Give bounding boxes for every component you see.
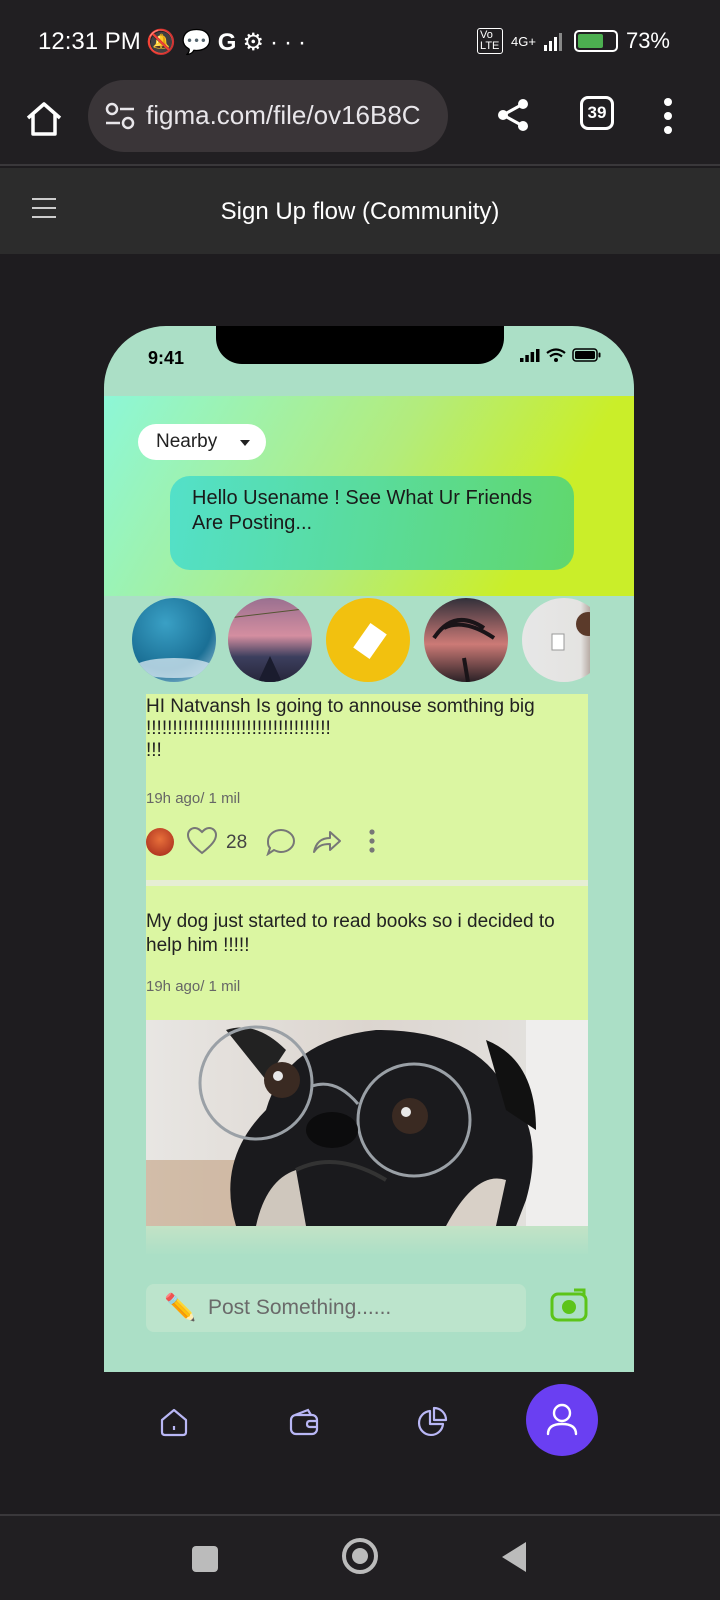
composer-placeholder: Post Something...... bbox=[208, 1296, 392, 1319]
home-button[interactable] bbox=[342, 1538, 378, 1574]
status-bar: 12:31 PM 🔕💬G⚙··· Vo LTE 4G+ 73% bbox=[0, 0, 720, 80]
post-meta: 19h ago/ 1 mil bbox=[146, 978, 241, 995]
post-text: HI Natvansh Is going to annouse somthing… bbox=[146, 696, 535, 761]
post-composer[interactable]: ✏️ Post Something...... bbox=[146, 1284, 526, 1332]
pencil-icon: ✏️ bbox=[164, 1292, 197, 1322]
nav-wallet-icon[interactable] bbox=[288, 1406, 320, 1438]
heart-icon[interactable] bbox=[186, 826, 218, 856]
story-avatar[interactable] bbox=[424, 598, 508, 682]
signal-icon bbox=[543, 33, 562, 51]
phone-status-icons bbox=[520, 348, 602, 362]
like-count: 28 bbox=[226, 832, 248, 853]
phone-battery-icon bbox=[572, 348, 601, 362]
tab-switcher-button[interactable]: 39 bbox=[580, 96, 614, 130]
caret-down-icon bbox=[240, 440, 250, 446]
post-image-pug[interactable] bbox=[146, 1020, 588, 1226]
notification-icons: 🔕💬G⚙··· bbox=[146, 28, 312, 57]
home-icon[interactable] bbox=[22, 96, 66, 140]
more-vert-icon[interactable] bbox=[660, 96, 676, 136]
greeting-card: Hello Usename ! See What Ur Friends Are … bbox=[170, 476, 574, 570]
browser-toolbar: figma.com/file/ov16B8C 39 bbox=[0, 80, 720, 166]
status-time: 12:31 PM bbox=[38, 28, 141, 55]
volte-badge: Vo LTE bbox=[477, 28, 504, 54]
url-bar[interactable]: figma.com/file/ov16B8C bbox=[88, 80, 448, 152]
android-nav-bar bbox=[0, 1514, 720, 1600]
site-settings-icon[interactable] bbox=[104, 102, 136, 130]
file-title: Sign Up flow (Community) bbox=[220, 198, 500, 225]
mute-icon: 🔕 bbox=[146, 29, 182, 56]
story-avatar[interactable] bbox=[132, 598, 216, 682]
share-icon[interactable] bbox=[494, 96, 532, 134]
feed: HI Natvansh Is going to annouse somthing… bbox=[146, 694, 588, 1254]
settings-icon: ⚙ bbox=[242, 29, 270, 56]
battery-icon bbox=[573, 30, 618, 52]
nav-home-icon[interactable] bbox=[158, 1406, 190, 1438]
wifi-icon bbox=[546, 348, 566, 362]
post-card[interactable]: HI Natvansh Is going to annouse somthing… bbox=[146, 694, 588, 880]
network-label: 4G+ bbox=[511, 33, 536, 49]
feed-fade bbox=[146, 1226, 588, 1254]
phone-frame: 9:41 Nearby Hello Usename ! See What Ur … bbox=[104, 326, 634, 1372]
battery-percent: 73% bbox=[625, 28, 670, 53]
story-avatar[interactable] bbox=[326, 598, 410, 682]
g-icon: G bbox=[217, 29, 243, 56]
recents-button[interactable] bbox=[192, 1546, 218, 1572]
camera-icon[interactable] bbox=[550, 1286, 588, 1322]
system-indicators: Vo LTE 4G+ 73% bbox=[477, 28, 670, 54]
chat-icon: 💬 bbox=[181, 29, 218, 56]
profile-icon bbox=[546, 1403, 578, 1436]
nav-profile-button[interactable] bbox=[526, 1384, 598, 1456]
url-text: figma.com/file/ov16B8C bbox=[146, 100, 421, 130]
cellular-icon bbox=[520, 348, 540, 362]
story-avatar[interactable] bbox=[228, 598, 312, 682]
nav-chart-icon[interactable] bbox=[416, 1406, 448, 1438]
nearby-label: Nearby bbox=[156, 431, 218, 452]
figma-header: Sign Up flow (Community) bbox=[0, 168, 720, 254]
avatar[interactable] bbox=[146, 828, 174, 856]
post-meta: 19h ago/ 1 mil bbox=[146, 790, 241, 807]
stories-row bbox=[132, 598, 590, 682]
back-button[interactable] bbox=[502, 1542, 526, 1572]
story-avatar[interactable] bbox=[522, 598, 590, 682]
phone-time: 9:41 bbox=[148, 348, 185, 368]
hero-banner: Nearby Hello Usename ! See What Ur Frien… bbox=[104, 396, 634, 596]
post-more-icon[interactable] bbox=[368, 828, 376, 854]
phone-notch bbox=[216, 326, 504, 364]
more-dots-icon: ··· bbox=[269, 29, 312, 56]
post-card[interactable]: My dog just started to read books so i d… bbox=[146, 886, 588, 1020]
home-dot-icon bbox=[352, 1548, 368, 1564]
comment-icon[interactable] bbox=[266, 828, 296, 856]
post-text: My dog just started to read books so i d… bbox=[146, 911, 555, 956]
share-arrow-icon[interactable] bbox=[312, 830, 342, 854]
nearby-dropdown[interactable]: Nearby bbox=[138, 424, 266, 460]
